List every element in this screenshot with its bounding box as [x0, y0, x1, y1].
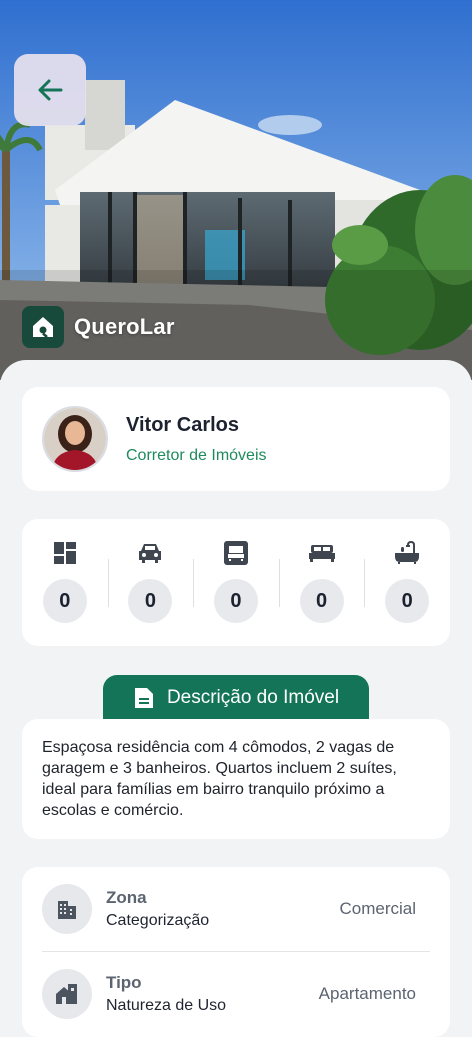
info-subtitle: Categorização [106, 912, 210, 929]
feature-rooms: 0 [22, 519, 108, 646]
info-row-zona: Zona Categorização Comercial [42, 867, 430, 951]
description-text: Espaçosa residência com 4 cômodos, 2 vag… [42, 739, 397, 819]
brand-logo-icon [22, 306, 64, 348]
bed-icon [308, 539, 336, 567]
dashboard-icon [51, 539, 79, 567]
feature-count: 0 [128, 579, 173, 623]
info-row-tipo: Tipo Natureza de Uso Apartamento [42, 951, 430, 1036]
document-icon [134, 688, 153, 708]
bathtub-icon [393, 539, 421, 567]
back-button[interactable] [14, 54, 86, 126]
feature-count: 0 [385, 579, 430, 623]
arrow-left-icon [38, 79, 63, 101]
feature-count: 0 [42, 579, 87, 623]
feature-bedrooms: 0 [278, 519, 365, 646]
car-icon [136, 539, 164, 567]
info-title: Tipo [106, 973, 142, 992]
brand: QueroLar [22, 306, 175, 348]
tab-description[interactable]: Descrição do Imóvel [103, 675, 369, 721]
info-value: Comercial [339, 899, 416, 918]
agent-name: Vitor Carlos [126, 413, 239, 436]
buildings-icon [42, 884, 92, 934]
info-card: Zona Categorização Comercial Tipo Nature… [22, 867, 450, 1037]
house-building-icon [42, 969, 92, 1019]
sofa-icon [222, 539, 250, 567]
brand-name: QueroLar [74, 314, 175, 339]
tab-description-label: Descrição do Imóvel [166, 687, 340, 708]
agent-role: Corretor de Imóveis [126, 446, 267, 464]
feature-bathrooms: 0 [364, 519, 450, 646]
feature-living: 0 [193, 519, 279, 646]
features-card: 0 0 0 0 0 [22, 519, 450, 646]
agent-card[interactable]: Vitor Carlos Corretor de Imóveis [22, 387, 450, 491]
feature-garage: 0 [107, 519, 194, 646]
info-title: Zona [106, 888, 147, 907]
feature-count: 0 [299, 579, 344, 623]
avatar [42, 406, 108, 472]
info-subtitle: Natureza de Uso [106, 997, 227, 1014]
description-card: Espaçosa residência com 4 cômodos, 2 vag… [22, 719, 450, 839]
info-value: Apartamento [318, 984, 416, 1003]
feature-count: 0 [213, 579, 258, 623]
